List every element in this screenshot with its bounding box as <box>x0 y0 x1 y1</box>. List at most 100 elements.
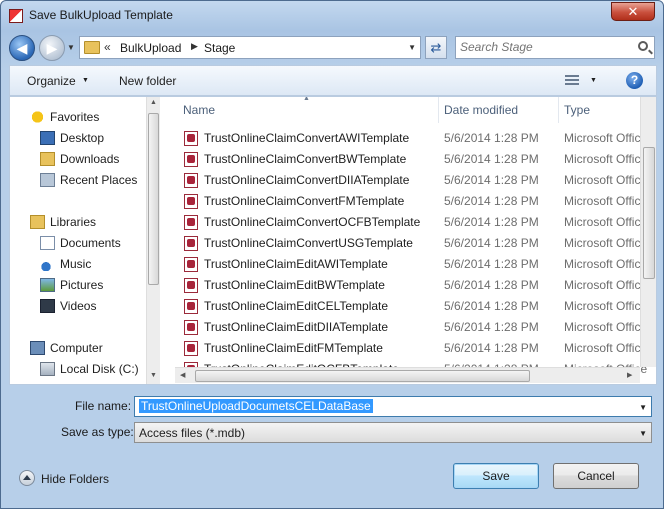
file-type: Microsoft Office <box>564 173 648 187</box>
column-divider[interactable] <box>438 97 439 123</box>
chevron-down-icon[interactable]: ▼ <box>639 403 647 412</box>
hide-folders-label[interactable]: Hide Folders <box>41 472 109 486</box>
search-input[interactable] <box>460 40 630 54</box>
nav-favorites-label: Favorites <box>50 110 100 124</box>
nav-computer-label: Computer <box>50 341 103 355</box>
search-icon[interactable] <box>638 41 648 51</box>
breadcrumb-overflow[interactable]: « <box>104 40 111 54</box>
file-name: TrustOnlineClaimEditBWTemplate <box>204 278 385 292</box>
column-header-name[interactable]: Name <box>183 97 215 123</box>
file-row[interactable]: TrustOnlineClaimConvertDIIATemplate 5/6/2… <box>175 170 648 191</box>
address-row: ◀ ▶ ▼ « BulkUpload ▶ Stage ▼ ⇄ <box>1 31 663 63</box>
file-type: Microsoft Office <box>564 194 648 208</box>
chevron-down-icon[interactable]: ▼ <box>82 77 89 84</box>
desktop-icon <box>40 131 55 145</box>
file-row[interactable]: TrustOnlineClaimEditAWITemplate 5/6/2014 … <box>175 254 648 275</box>
scroll-up-icon[interactable]: ▲ <box>150 99 157 106</box>
file-date-modified: 5/6/2014 1:28 PM <box>444 215 539 229</box>
breadcrumb-stage[interactable]: Stage <box>204 41 235 55</box>
file-row[interactable]: TrustOnlineClaimConvertUSGTemplate 5/6/20… <box>175 233 647 254</box>
collapse-icon[interactable] <box>19 470 35 486</box>
downloads-folder-icon <box>40 152 55 166</box>
file-date-modified: 5/6/2014 1:28 PM <box>444 341 539 355</box>
file-name: TrustOnlineClaimEditFMTemplate <box>204 341 383 355</box>
file-row[interactable]: TrustOnlineClaimConvertFMTemplate 5/6/201… <box>175 191 648 212</box>
file-type: Microsoft Office <box>564 257 648 271</box>
access-file-icon <box>184 299 198 314</box>
save-button[interactable]: Save <box>453 463 539 489</box>
hard-disk-icon <box>40 362 55 376</box>
file-type: Microsoft Office <box>564 215 648 229</box>
cancel-button[interactable]: Cancel <box>553 463 639 489</box>
app-icon <box>9 9 23 23</box>
column-header-date-modified[interactable]: Date modified <box>444 97 518 123</box>
file-row[interactable]: TrustOnlineClaimEditDIIATemplate 5/6/2014… <box>175 317 648 338</box>
nav-downloads-label: Downloads <box>60 152 120 166</box>
file-row[interactable]: TrustOnlineClaimConvertOCFBTemplate 5/6/2… <box>175 212 648 233</box>
close-button[interactable]: ✕ <box>611 2 655 21</box>
back-button[interactable]: ◀ <box>9 35 35 61</box>
file-row[interactable]: TrustOnlineClaimEditCELTemplate 5/6/2014 … <box>175 296 647 317</box>
scroll-right-icon[interactable]: ▶ <box>627 371 632 379</box>
search-box[interactable] <box>455 36 655 59</box>
breadcrumb-separator-icon[interactable]: ▶ <box>191 41 198 52</box>
star-icon <box>30 110 45 124</box>
refresh-button[interactable]: ⇄ <box>425 36 447 59</box>
save-as-type-select[interactable]: Access files (*.mdb) ▼ <box>134 422 652 443</box>
address-dropdown-icon[interactable]: ▼ <box>408 43 416 52</box>
file-list: ▲ Name Date modified Type TrustOnlineCla… <box>175 97 656 384</box>
window-title: Save BulkUpload Template <box>29 8 173 22</box>
command-bar: Organize ▼ New folder ▼ ? <box>9 65 657 96</box>
forward-button[interactable]: ▶ <box>39 35 65 61</box>
organize-menu-button[interactable]: Organize <box>27 74 76 88</box>
view-options-icon[interactable] <box>565 75 579 86</box>
file-date-modified: 5/6/2014 1:28 PM <box>444 173 539 187</box>
access-file-icon <box>184 341 198 356</box>
file-list-horizontal-scrollbar[interactable]: ◀ ▶ <box>175 367 640 383</box>
file-row[interactable]: TrustOnlineClaimEditBWTemplate 5/6/2014 1… <box>175 275 647 296</box>
new-folder-button[interactable]: New folder <box>119 74 176 88</box>
file-type: Microsoft Office <box>564 341 648 355</box>
navigation-scrollbar[interactable]: ▲ ▼ <box>146 97 160 384</box>
scroll-left-icon[interactable]: ◀ <box>180 371 185 379</box>
column-divider[interactable] <box>558 97 559 123</box>
chevron-down-icon[interactable]: ▼ <box>639 429 647 438</box>
help-icon[interactable]: ? <box>626 72 643 89</box>
file-row[interactable]: TrustOnlineClaimConvertBWTemplate 5/6/201… <box>175 149 647 170</box>
view-dropdown-icon[interactable]: ▼ <box>590 77 597 84</box>
file-row[interactable]: TrustOnlineClaimEditFMTemplate 5/6/2014 1… <box>175 338 648 359</box>
file-list-vertical-scrollbar[interactable] <box>640 97 656 367</box>
file-date-modified: 5/6/2014 1:28 PM <box>444 236 539 250</box>
file-name: TrustOnlineClaimConvertOCFBTemplate <box>204 215 421 229</box>
nav-music-label: Music <box>60 257 92 271</box>
scroll-thumb[interactable] <box>195 370 530 382</box>
nav-local-disk-label: Local Disk (C:) <box>60 362 139 376</box>
column-header-type[interactable]: Type <box>564 97 590 123</box>
file-name-value[interactable]: TrustOnlineUploadDocumetsCELDataBase <box>139 399 373 413</box>
access-file-icon <box>184 236 198 251</box>
access-file-icon <box>184 152 198 167</box>
recent-locations-dropdown-icon[interactable]: ▼ <box>67 43 75 52</box>
file-type: Microsoft Office <box>564 131 648 145</box>
address-bar[interactable]: « BulkUpload ▶ Stage ▼ <box>79 36 421 59</box>
access-file-icon <box>184 257 198 272</box>
file-name-field[interactable]: TrustOnlineUploadDocumetsCELDataBase ▼ <box>134 396 652 417</box>
nav-videos-label: Videos <box>60 299 97 313</box>
file-name: TrustOnlineClaimConvertDIIATemplate <box>204 173 410 187</box>
scroll-thumb[interactable] <box>643 147 655 279</box>
documents-icon <box>40 236 55 250</box>
nav-documents-label: Documents <box>60 236 121 250</box>
scroll-thumb[interactable] <box>148 113 159 285</box>
file-name: TrustOnlineClaimConvertAWITemplate <box>204 131 410 145</box>
videos-icon <box>40 299 55 313</box>
recent-places-icon <box>40 173 55 187</box>
file-date-modified: 5/6/2014 1:28 PM <box>444 320 539 334</box>
scroll-down-icon[interactable]: ▼ <box>150 372 157 379</box>
save-as-type-value[interactable]: Access files (*.mdb) <box>139 426 245 440</box>
file-row[interactable]: TrustOnlineClaimConvertAWITemplate 5/6/20… <box>175 128 648 149</box>
nav-pictures-label: Pictures <box>60 278 104 292</box>
save-as-type-label: Save as type: <box>61 425 134 439</box>
file-type: Microsoft Office <box>564 320 648 334</box>
access-file-icon <box>184 194 198 209</box>
breadcrumb-bulkupload[interactable]: BulkUpload <box>120 41 181 55</box>
